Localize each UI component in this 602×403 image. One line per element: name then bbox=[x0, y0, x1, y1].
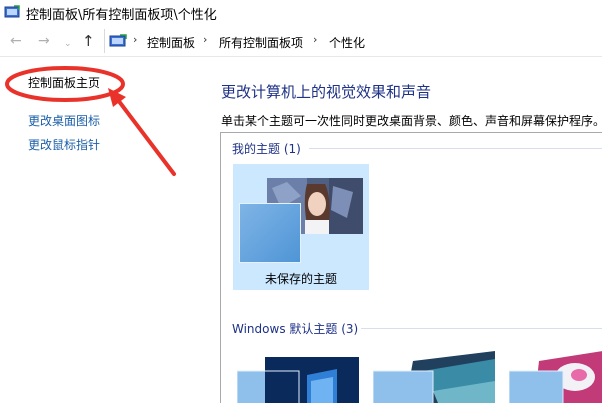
flowers-theme-thumbnail[interactable] bbox=[509, 347, 602, 403]
recent-locations-button[interactable]: ⌄ bbox=[64, 35, 72, 53]
theme-tile-unsaved[interactable]: 未保存的主题 bbox=[233, 164, 369, 290]
up-button[interactable]: ↑ bbox=[82, 32, 95, 50]
divider bbox=[0, 56, 602, 57]
divider bbox=[309, 148, 602, 149]
breadcrumb-separator[interactable]: › bbox=[313, 33, 317, 46]
page-description: 单击某个主题可一次性同时更改桌面背景、颜色、声音和屏幕保护程序。 bbox=[221, 114, 602, 128]
sidebar-item-change-mouse-pointers[interactable]: 更改鼠标指针 bbox=[28, 136, 100, 153]
sidebar-item-control-panel-home[interactable]: 控制面板主页 bbox=[28, 74, 100, 91]
breadcrumb-separator[interactable]: › bbox=[133, 33, 137, 46]
breadcrumb-personalization[interactable]: 个性化 bbox=[329, 34, 365, 51]
divider bbox=[361, 328, 602, 329]
themes-panel: 我的主题 (1) 未保存的主题 Windows 默认主题 (3) bbox=[220, 132, 602, 403]
sidebar-item-change-desktop-icons[interactable]: 更改桌面图标 bbox=[28, 112, 100, 129]
breadcrumb-all-items[interactable]: 所有控制面板项 bbox=[219, 34, 303, 51]
control-panel-icon bbox=[109, 34, 127, 47]
lines-theme-thumbnail[interactable] bbox=[373, 351, 495, 403]
forward-button[interactable]: → bbox=[38, 32, 50, 50]
title-bar: 控制面板\所有控制面板项\个性化 bbox=[0, 0, 602, 24]
annotation-arrowhead bbox=[108, 88, 126, 107]
window-title: 控制面板\所有控制面板项\个性化 bbox=[26, 8, 217, 23]
navigation-bar: ← → ⌄ ↑ › 控制面板 › 所有控制面板项 › 个性化 bbox=[0, 26, 602, 56]
back-button[interactable]: ← bbox=[10, 32, 22, 50]
windows-10-theme-thumbnail[interactable] bbox=[237, 355, 359, 403]
annotation-arrow bbox=[116, 98, 176, 176]
my-themes-header[interactable]: 我的主题 (1) bbox=[232, 140, 301, 157]
page-title: 更改计算机上的视觉效果和声音 bbox=[221, 83, 432, 101]
breadcrumb-control-panel[interactable]: 控制面板 bbox=[147, 34, 195, 51]
breadcrumb-separator[interactable]: › bbox=[203, 33, 207, 46]
control-panel-icon bbox=[4, 5, 20, 18]
theme-label: 未保存的主题 bbox=[264, 272, 337, 286]
windows-themes-header[interactable]: Windows 默认主题 (3) bbox=[232, 320, 358, 337]
theme-window-preview bbox=[239, 203, 301, 263]
address-bar[interactable]: › 控制面板 › 所有控制面板项 › 个性化 bbox=[104, 29, 602, 53]
